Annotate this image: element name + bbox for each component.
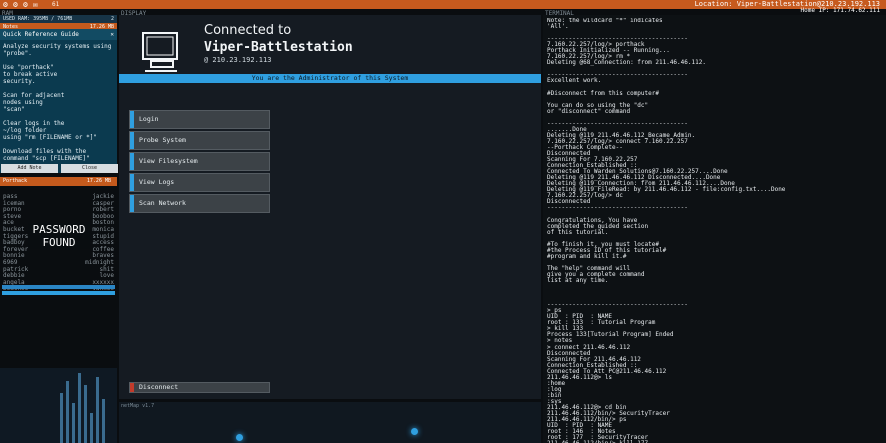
guide-header: Quick Reference Guide ✕ (0, 29, 117, 40)
porthack-secondary-bar (2, 291, 115, 295)
guide-buttons: Add Note Close (0, 164, 119, 173)
view-filesystem-button[interactable]: View Filesystem (129, 152, 270, 171)
porthack-process-name: Porthack (3, 178, 28, 184)
host-ip: @ 210.23.192.113 (204, 56, 272, 64)
quick-reference-guide: Quick Reference Guide ✕ Analyze security… (0, 29, 119, 173)
guide-title: Quick Reference Guide (3, 31, 79, 38)
scan-network-label: Scan Network (139, 199, 186, 207)
porthack-progress-bar (2, 285, 115, 289)
login-button-label: Login (139, 115, 159, 123)
add-note-button[interactable]: Add Note (1, 164, 58, 173)
probe-system-label: Probe System (139, 136, 186, 144)
view-logs-label: View Logs (139, 178, 175, 186)
computer-icon (142, 32, 178, 72)
scan-network-button[interactable]: Scan Network (129, 194, 270, 213)
porthack-process-row[interactable]: Porthack 17.26 MB (0, 177, 117, 186)
ram-process-count: 2 (110, 16, 114, 22)
top-status-bar: ⚙ ⚙ ⚙ ✉ 61 Location: Viper-Battlestation… (0, 0, 886, 9)
ram-usage-text: USED RAM: 395MB / 761MB (3, 16, 73, 22)
guide-text: Analyze security systems using "probe". … (3, 43, 112, 162)
trace-visualizer (0, 368, 117, 443)
home-ip-text: Home IP: 171.74.62.111 (800, 7, 880, 14)
options-gear-icon[interactable]: ⚙ (13, 0, 18, 9)
guide-close-icon[interactable]: ✕ (110, 29, 114, 40)
disconnect-label: Disconnect (139, 383, 179, 391)
connected-to-label: Connected to (204, 23, 292, 38)
terminal-output: Note: the wildcard "*" indicates 'All'. … (547, 18, 786, 443)
porthack-process-mem: 17.26 MB (86, 178, 111, 184)
ram-panel: USED RAM: 395MB / 761MB 2 Notes 17.26 MB (0, 15, 117, 31)
password-list-left: pass iceman porno steve ace bucket tigge… (3, 193, 29, 290)
netmap-title: netMap v1.7 (121, 403, 155, 409)
ram-usage-row: USED RAM: 395MB / 761MB 2 (0, 15, 117, 23)
mail-icon[interactable]: ✉ (33, 0, 38, 9)
netmap-node[interactable] (411, 428, 418, 435)
display-panel: Connected to Viper-Battlestation @ 210.2… (119, 15, 541, 399)
save-gear-icon[interactable]: ⚙ (23, 0, 28, 9)
view-filesystem-label: View Filesystem (139, 157, 198, 165)
host-name: Viper-Battlestation (204, 40, 353, 55)
netmap-panel: netMap v1.7 (119, 402, 541, 443)
top-counter: 61 (52, 1, 60, 8)
terminal-panel[interactable]: Note: the wildcard "*" indicates 'All'. … (543, 15, 886, 443)
disconnect-button[interactable]: Disconnect (129, 382, 270, 393)
probe-system-button[interactable]: Probe System (129, 131, 270, 150)
view-logs-button[interactable]: View Logs (129, 173, 270, 192)
guide-close-button[interactable]: Close (61, 164, 118, 173)
settings-gear-icon[interactable]: ⚙ (3, 0, 8, 9)
netmap-node[interactable] (236, 434, 243, 441)
admin-banner: You are the Administrator of this System (119, 74, 541, 83)
login-button[interactable]: Login (129, 110, 270, 129)
password-found-label: PASSWORD FOUND (28, 223, 90, 249)
